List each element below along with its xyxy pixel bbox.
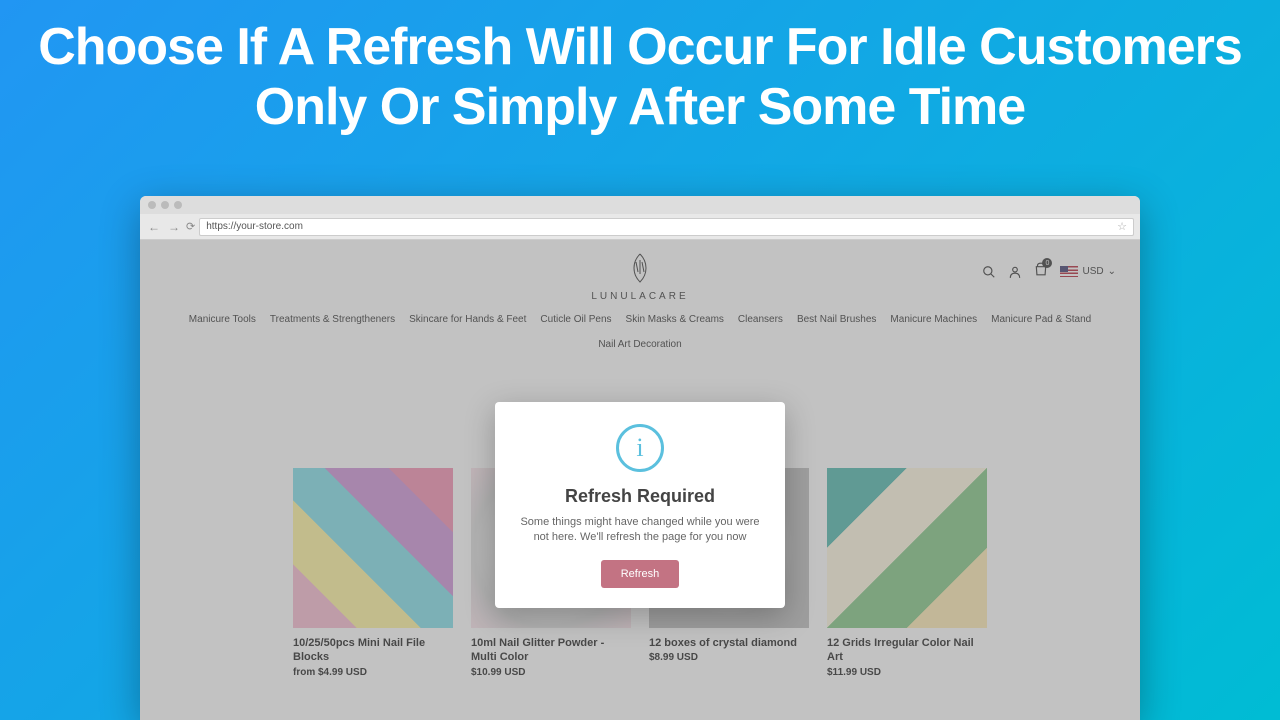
modal-text: Some things might have changed while you…	[513, 515, 767, 546]
page-content: LUNULACARE 0 USD ⌄ Manicure Tools Treatm…	[140, 240, 1140, 720]
url-text: https://your-store.com	[206, 221, 303, 232]
modal-title: Refresh Required	[513, 486, 767, 507]
browser-window: ← → ⟳ https://your-store.com ☆ LUNULACAR…	[140, 196, 1140, 720]
refresh-button[interactable]: Refresh	[601, 560, 680, 588]
url-bar[interactable]: https://your-store.com ☆	[199, 218, 1134, 236]
browser-toolbar: ← → ⟳ https://your-store.com ☆	[140, 214, 1140, 240]
minimize-dot[interactable]	[161, 201, 169, 209]
forward-icon[interactable]: →	[166, 220, 182, 234]
browser-titlebar	[140, 196, 1140, 214]
maximize-dot[interactable]	[174, 201, 182, 209]
bookmark-star-icon[interactable]: ☆	[1117, 220, 1127, 233]
traffic-lights	[148, 201, 182, 209]
promo-headline: Choose If A Refresh Will Occur For Idle …	[0, 0, 1280, 138]
reload-icon[interactable]: ⟳	[186, 220, 195, 233]
refresh-modal: i Refresh Required Some things might hav…	[495, 402, 785, 608]
info-icon: i	[616, 424, 664, 472]
back-icon[interactable]: ←	[146, 220, 162, 234]
close-dot[interactable]	[148, 201, 156, 209]
